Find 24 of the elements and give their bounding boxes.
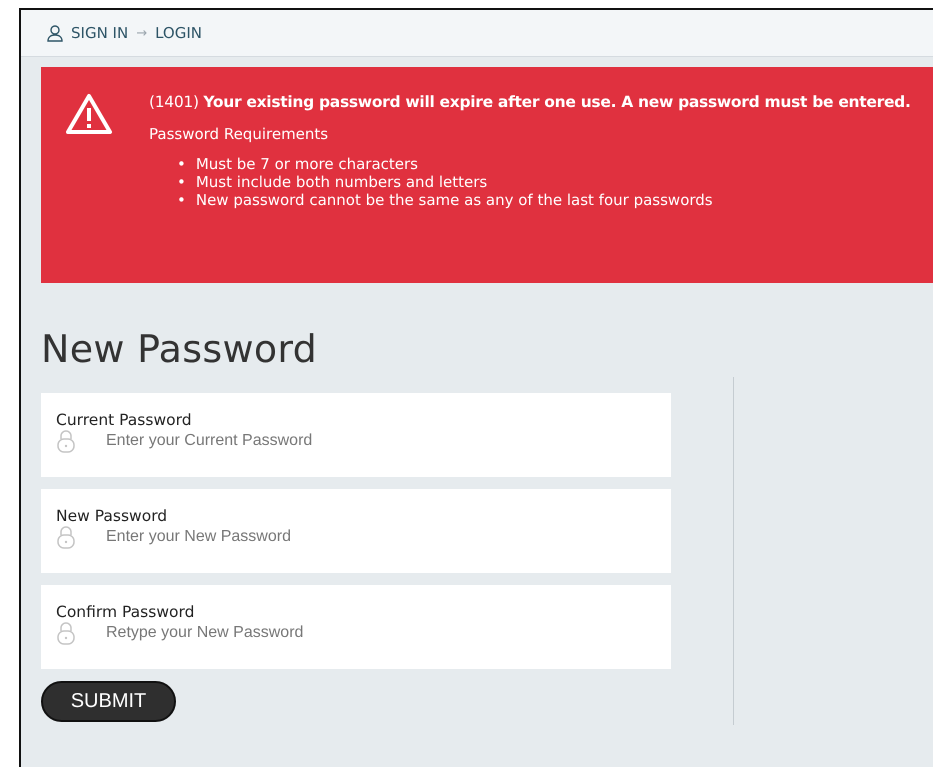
lock-icon (56, 621, 76, 645)
warning-icon (65, 93, 113, 135)
user-icon (47, 24, 63, 42)
lock-icon (56, 525, 76, 549)
field-label: New Password (56, 507, 168, 525)
field-label: Confirm Password (56, 603, 196, 621)
password-input[interactable]: Retype your New Password (106, 623, 506, 643)
bullet-icon: • (177, 173, 186, 191)
bullet-icon: • (177, 191, 186, 209)
page-title: New Password (41, 327, 318, 371)
submit-button[interactable]: SUBMIT (41, 681, 176, 722)
breadcrumb-link[interactable]: SIGN IN (71, 24, 128, 42)
password-input[interactable]: Enter your New Password (106, 527, 506, 547)
field-label: Current Password (56, 411, 193, 429)
lock-icon (56, 429, 76, 453)
bullet-icon: • (177, 155, 186, 173)
error-message: (1401) Your existing password will expire after one use. A new password must be entered. (149, 93, 911, 111)
requirement-item: Must be 7 or more characters (196, 155, 418, 173)
requirement-item: New password cannot be the same as any of the last four passwords (196, 191, 713, 209)
password-input[interactable]: Enter your Current Password (106, 431, 506, 451)
requirements-heading: Password Requirements (149, 125, 330, 143)
requirement-item: Must include both numbers and letters (196, 173, 488, 191)
breadcrumb-link[interactable]: LOGIN (155, 24, 202, 42)
arrow-separator: → (136, 26, 148, 40)
